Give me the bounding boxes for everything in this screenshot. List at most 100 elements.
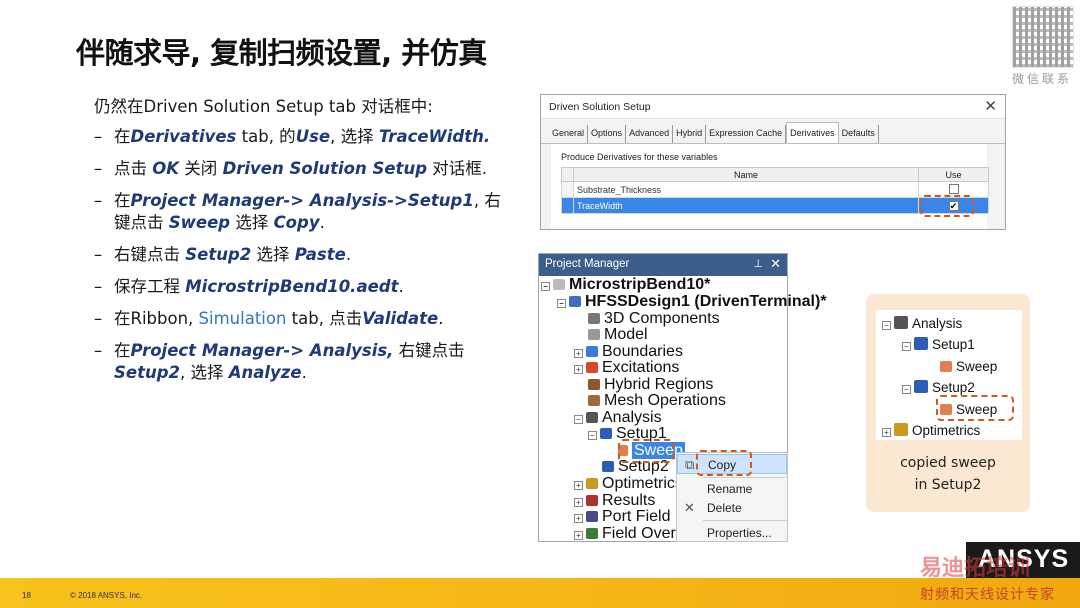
bullet-emphasis: MicrostripBend10.aedt	[185, 277, 399, 296]
bullet-text: .	[345, 245, 352, 264]
collapse-icon[interactable]: −	[557, 299, 566, 308]
checkbox-highlight	[920, 195, 974, 217]
instruction-list: 仍然在Driven Solution Setup tab 对话框中: – 在De…	[94, 96, 514, 394]
expand-icon[interactable]: +	[574, 365, 583, 374]
simulation-link[interactable]: Simulation	[199, 309, 287, 328]
collapse-icon[interactable]: −	[588, 431, 597, 440]
close-icon[interactable]: ✕	[770, 256, 781, 272]
tree-item-model[interactable]: Model	[588, 327, 648, 343]
tree-item-boundaries[interactable]: + Boundaries	[574, 344, 683, 360]
menu-item-delete[interactable]: ✕ Delete	[677, 498, 787, 518]
qr-caption: 微信联系	[1012, 72, 1073, 86]
bullet-text: 对话框.	[427, 159, 487, 178]
panel-title: Project Manager	[545, 258, 630, 270]
copy-icon: ⧉	[685, 457, 695, 472]
bullet-emphasis: Driven Solution Setup	[222, 159, 427, 178]
expand-icon[interactable]: +	[574, 514, 583, 523]
slide-title: 伴随求导, 复制扫频设置, 并仿真	[76, 36, 487, 70]
hfss-icon	[569, 296, 581, 307]
overlays-icon	[586, 528, 598, 539]
bullet-text: 在Ribbon,	[114, 309, 199, 328]
tree-item-results[interactable]: + Results	[574, 493, 655, 509]
tree-label: 3D Components	[604, 310, 720, 327]
tree-item-3d-components[interactable]: 3D Components	[588, 311, 720, 327]
tree-item-mesh-operations[interactable]: Mesh Operations	[588, 393, 726, 409]
sweep-highlight	[618, 439, 674, 463]
collapse-icon: −	[902, 342, 911, 351]
bullet-text: 关闭	[179, 159, 223, 178]
tab-expression-cache[interactable]: Expression Cache	[706, 125, 787, 143]
expand-icon[interactable]: +	[574, 531, 583, 540]
page-number: 18	[22, 591, 31, 600]
bullet-emphasis: Project Manager-> Analysis->Setup1	[130, 191, 474, 210]
bullet-text: 在	[114, 127, 131, 146]
callout-item-sweep1: Sweep	[940, 359, 997, 375]
callout-item-analysis: − Analysis	[882, 316, 962, 332]
tree-label: HFSSDesign1 (DrivenTerminal)*	[585, 293, 827, 310]
intro-text: 仍然在Driven Solution Setup tab 对话框中:	[94, 97, 433, 116]
column-header-name: Name	[573, 167, 919, 182]
callout-caption: copied sweep in Setup2	[866, 452, 1030, 496]
tree-label: Analysis	[602, 409, 662, 426]
menu-separator	[703, 477, 787, 478]
setup-icon	[600, 428, 612, 439]
menu-item-properties[interactable]: Properties...	[677, 523, 787, 543]
tree-item-analysis[interactable]: − Analysis	[574, 410, 662, 426]
port-field-icon	[586, 511, 598, 522]
produce-derivatives-label: Produce Derivatives for these variables	[561, 152, 718, 162]
close-icon[interactable]: ✕	[984, 97, 997, 115]
components-icon	[588, 313, 600, 324]
caption-line: in Setup2	[914, 477, 982, 493]
tree-label: Setup2	[932, 380, 975, 395]
bullet-emphasis: Copy	[273, 213, 320, 232]
bullet-text: 右键点击	[393, 341, 465, 360]
tree-label: Excitations	[602, 359, 680, 376]
menu-separator	[703, 520, 787, 521]
mesh-icon	[588, 395, 600, 406]
bullet-emphasis: Setup2	[185, 245, 252, 264]
row-header	[561, 181, 574, 198]
tree-item-optimetrics[interactable]: + Optimetrics	[574, 476, 683, 492]
tab-options[interactable]: Options	[588, 125, 627, 143]
use-checkbox[interactable]	[948, 183, 959, 194]
tree-item-project[interactable]: − MicrostripBend10*	[541, 277, 710, 293]
delete-icon: ✕	[684, 500, 695, 515]
tree-item-design[interactable]: − HFSSDesign1 (DrivenTerminal)*	[557, 294, 827, 310]
tree-label: Results	[602, 492, 656, 509]
bullet-emphasis: OK	[152, 159, 180, 178]
tab-advanced[interactable]: Advanced	[626, 125, 674, 143]
pin-icon[interactable]: ⊥	[753, 257, 763, 270]
copy-highlight	[696, 450, 752, 476]
expand-icon[interactable]: +	[574, 349, 583, 358]
sweep-icon	[940, 361, 952, 372]
tree-label: Analysis	[912, 316, 963, 331]
bullet-emphasis: Validate	[362, 309, 439, 328]
tree-label: Model	[604, 326, 648, 343]
bullet-text: , 选择	[180, 363, 229, 382]
bullet-text: 在	[114, 191, 131, 210]
expand-icon[interactable]: +	[574, 481, 583, 490]
hybrid-icon	[588, 379, 600, 390]
bullet-3: – 在Project Manager-> Analysis->Setup1, 右…	[94, 191, 501, 232]
bullet-4: – 右键点击 Setup2 选择 Paste.	[94, 245, 352, 264]
tree-item-hybrid-regions[interactable]: Hybrid Regions	[588, 377, 713, 393]
tab-derivatives[interactable]: Derivatives	[786, 122, 839, 143]
tab-general[interactable]: General	[549, 125, 589, 143]
collapse-icon[interactable]: −	[541, 282, 550, 291]
tab-defaults[interactable]: Defaults	[839, 125, 879, 143]
row-header	[561, 197, 574, 214]
tree-label: Sweep	[956, 359, 998, 374]
boundaries-icon	[586, 346, 598, 357]
expand-icon[interactable]: +	[574, 498, 583, 507]
model-icon	[588, 329, 600, 340]
bullet-emphasis: Sweep	[168, 213, 231, 232]
callout-box: − Analysis − Setup1 Sweep − Setup2 Sweep + O…	[866, 294, 1030, 512]
tab-hybrid[interactable]: Hybrid	[673, 125, 707, 143]
bullet-emphasis: Derivatives	[130, 127, 237, 146]
tree-item-excitations[interactable]: + Excitations	[574, 360, 679, 376]
menu-item-rename[interactable]: Rename	[677, 479, 787, 499]
analysis-icon	[894, 316, 908, 329]
collapse-icon: −	[882, 321, 891, 330]
collapse-icon[interactable]: −	[574, 415, 583, 424]
derivatives-panel: Produce Derivatives for these variables …	[551, 144, 989, 229]
